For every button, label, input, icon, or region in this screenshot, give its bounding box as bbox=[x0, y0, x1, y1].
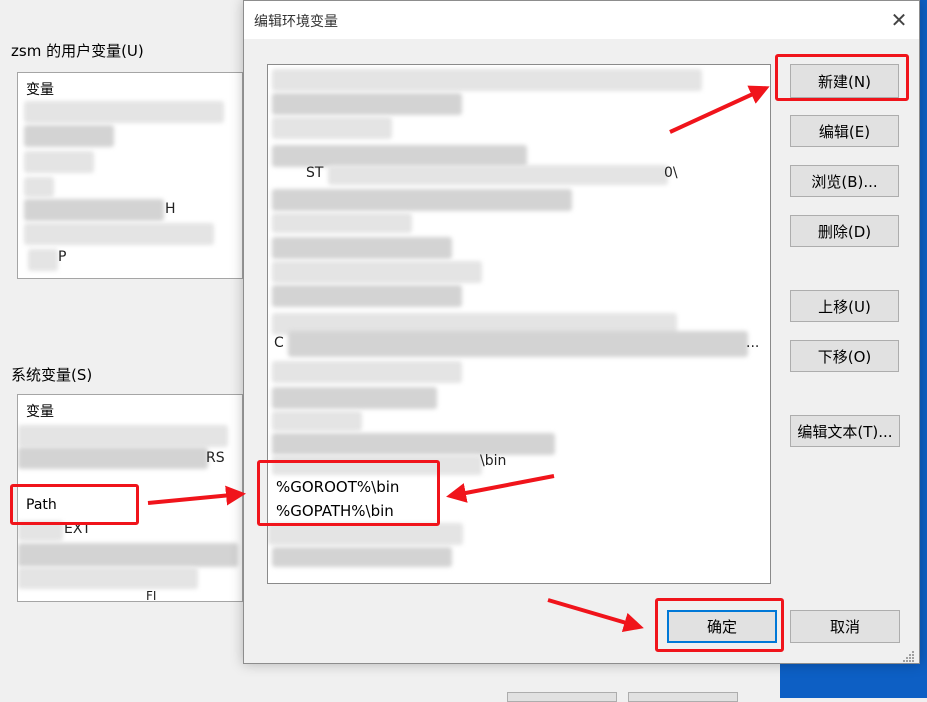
move-down-button[interactable]: 下移(O) bbox=[790, 340, 899, 372]
system-variable-path[interactable]: Path bbox=[26, 497, 57, 513]
system-variables-title: 系统变量(S) bbox=[11, 366, 93, 384]
system-variable-peek: RS bbox=[206, 450, 225, 466]
parent-cancel-button[interactable] bbox=[628, 692, 738, 702]
close-icon[interactable]: ✕ bbox=[884, 5, 914, 35]
parent-ok-button[interactable] bbox=[507, 692, 617, 702]
dialog-title: 编辑环境变量 bbox=[254, 14, 338, 30]
path-entry-gopath[interactable]: %GOPATH%\bin bbox=[276, 499, 394, 523]
edit-text-button[interactable]: 编辑文本(T)... bbox=[790, 415, 900, 447]
path-entry-peek: C bbox=[274, 335, 284, 351]
user-variable-peek: H bbox=[165, 201, 176, 217]
system-variables-list[interactable]: 变量 RS Path EXT FI bbox=[17, 394, 243, 602]
new-button[interactable]: 新建(N) bbox=[790, 64, 899, 98]
ok-button[interactable]: 确定 bbox=[667, 610, 777, 643]
system-variable-peek: FI bbox=[146, 589, 157, 602]
move-up-button[interactable]: 上移(U) bbox=[790, 290, 899, 322]
path-entry-peek: \bin bbox=[480, 453, 507, 469]
path-entry-peek: 0\ bbox=[664, 165, 678, 181]
cancel-button[interactable]: 取消 bbox=[790, 610, 900, 643]
user-variables-title: zsm 的用户变量(U) bbox=[11, 42, 144, 60]
user-variables-list[interactable]: 变量 H P bbox=[17, 72, 243, 279]
path-entry-peek: ST bbox=[306, 165, 324, 181]
path-entries-list[interactable]: ST 0\ C ... \bin %GOROOT%\bin %GOPATH%\b… bbox=[267, 64, 771, 584]
resize-grip-icon[interactable] bbox=[901, 649, 915, 663]
user-variables-header: 变量 bbox=[26, 82, 54, 98]
user-variable-peek: P bbox=[58, 249, 67, 265]
system-variables-header: 变量 bbox=[26, 404, 54, 420]
path-entry-peek: ... bbox=[746, 335, 760, 351]
titlebar: 编辑环境变量 ✕ bbox=[244, 1, 919, 39]
system-variable-peek: EXT bbox=[64, 521, 91, 537]
browse-button[interactable]: 浏览(B)... bbox=[790, 165, 899, 197]
path-entry-goroot[interactable]: %GOROOT%\bin bbox=[276, 475, 399, 499]
delete-button[interactable]: 删除(D) bbox=[790, 215, 899, 247]
edit-environment-variable-dialog: 编辑环境变量 ✕ ST 0\ C ... \bin %GOROOT%\bin %… bbox=[243, 0, 920, 664]
edit-button[interactable]: 编辑(E) bbox=[790, 115, 899, 147]
